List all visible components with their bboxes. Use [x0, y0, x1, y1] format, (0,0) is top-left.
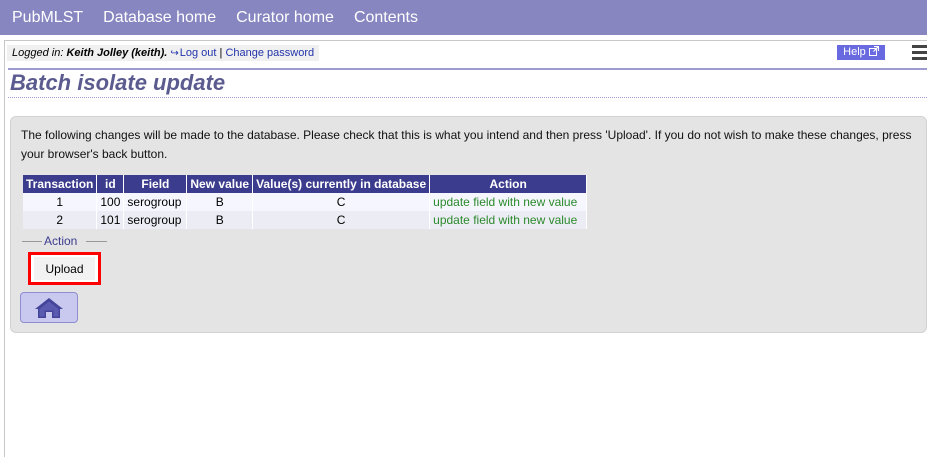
header-field: Field	[123, 175, 188, 193]
table-header-row: Transaction id Field New value Value(s) …	[23, 175, 588, 193]
action-fieldset: Action	[22, 234, 107, 248]
cell-field: serogroup	[123, 211, 188, 229]
action-legend: Action	[44, 234, 78, 248]
cell-transaction: 2	[23, 211, 98, 229]
header-action: Action	[429, 175, 588, 193]
cell-current-value: C	[252, 211, 431, 229]
cell-id: 100	[96, 193, 125, 211]
changes-table: Transaction id Field New value Value(s) …	[23, 175, 588, 229]
table-row: 2 101 serogroup B C update field with ne…	[23, 211, 588, 229]
help-label: Help	[843, 46, 866, 58]
help-button[interactable]: Help	[837, 45, 885, 60]
cell-new-value: B	[186, 193, 254, 211]
cell-action: update field with new value	[429, 211, 588, 229]
header-current-value: Value(s) currently in database	[252, 175, 431, 193]
cell-action: update field with new value	[429, 193, 588, 211]
login-bar: Logged in: Keith Jolley (keith). ↪Log ou…	[7, 45, 320, 61]
title-bar: Batch isolate update	[8, 68, 927, 98]
logout-link[interactable]: Log out	[180, 47, 217, 59]
header-transaction: Transaction	[23, 175, 98, 193]
login-separator: |	[219, 47, 223, 59]
nav-curator-home[interactable]: Curator home	[236, 9, 334, 27]
cell-new-value: B	[186, 211, 254, 229]
logout-icon: ↪	[170, 48, 179, 59]
hamburger-menu-icon[interactable]	[912, 45, 927, 63]
nav-pubmlst[interactable]: PubMLST	[12, 9, 83, 27]
header-id: id	[96, 175, 125, 193]
header-new-value: New value	[186, 175, 254, 193]
page-title: Batch isolate update	[10, 70, 226, 95]
legend-line-right	[86, 241, 107, 242]
change-password-link[interactable]: Change password	[225, 47, 314, 59]
cell-id: 101	[96, 211, 125, 229]
instruction-message: The following changes will be made to th…	[21, 128, 912, 161]
login-prefix: Logged in:	[12, 47, 64, 59]
external-link-icon	[868, 45, 879, 58]
nav-contents[interactable]: Contents	[354, 9, 418, 27]
top-navigation: PubMLST Database home Curator home Conte…	[0, 0, 927, 35]
cell-field: serogroup	[123, 193, 188, 211]
legend-line-left	[22, 241, 42, 242]
main-box: The following changes will be made to th…	[10, 116, 927, 333]
home-button[interactable]	[20, 292, 78, 323]
upload-button[interactable]: Upload	[34, 257, 95, 280]
upload-highlight: Upload	[28, 252, 101, 285]
cell-current-value: C	[252, 193, 431, 211]
table-row: 1 100 serogroup B C update field with ne…	[23, 193, 588, 211]
nav-database-home[interactable]: Database home	[103, 9, 216, 27]
login-user: Keith Jolley (keith).	[66, 47, 168, 59]
cell-transaction: 1	[23, 193, 98, 211]
